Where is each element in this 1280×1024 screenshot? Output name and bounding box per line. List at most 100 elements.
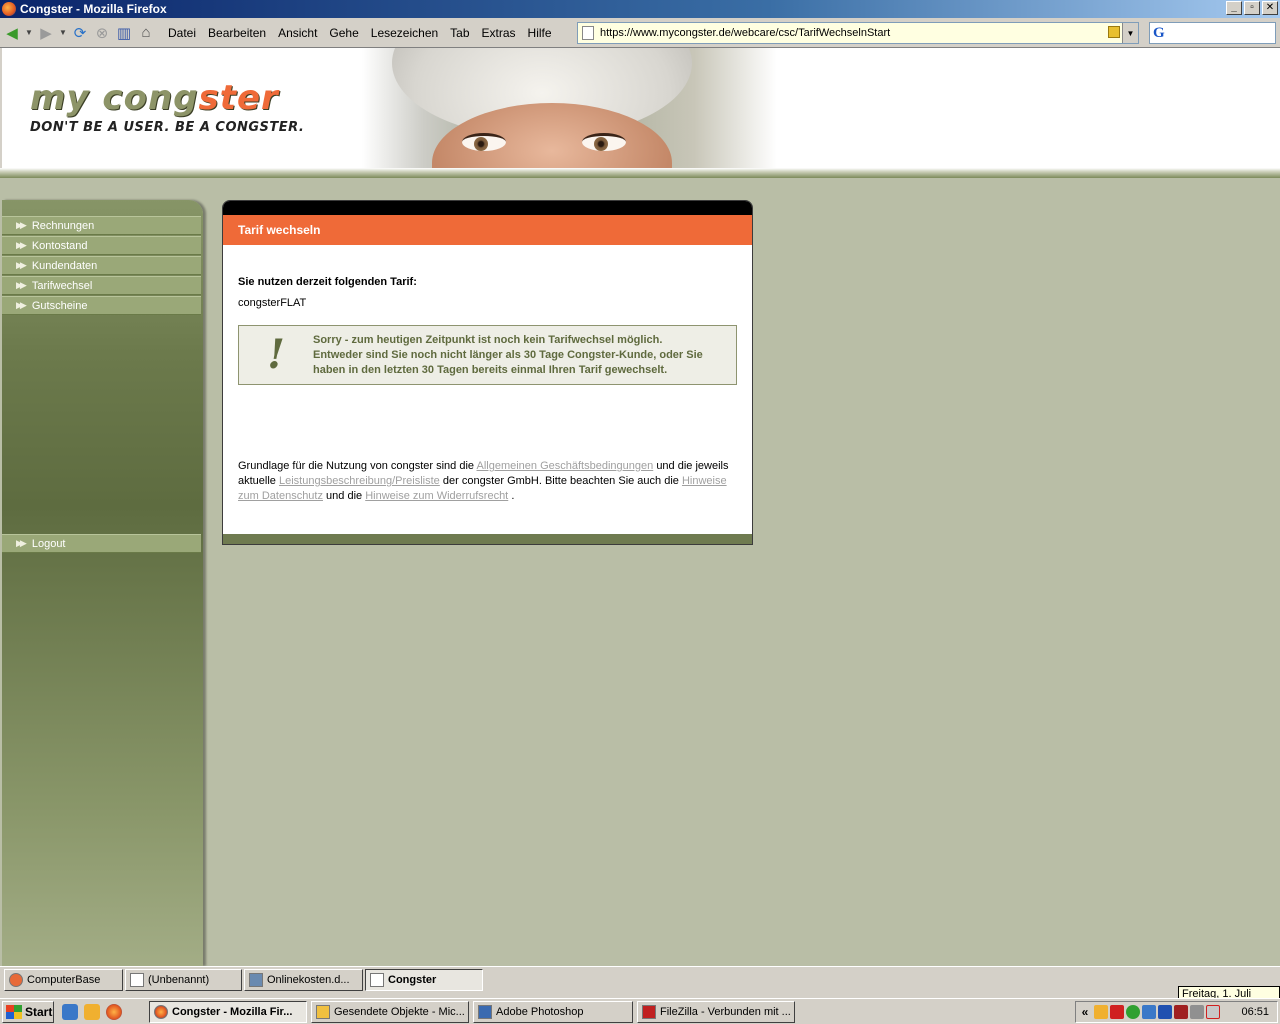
window-title: Congster - Mozilla Firefox: [20, 2, 167, 16]
sidebar-item-rechnungen[interactable]: ▶▶ Rechnungen: [2, 216, 201, 235]
sidebar-item-tarifwechsel[interactable]: ▶▶ Tarifwechsel: [2, 276, 201, 295]
system-tray: « 06:51: [1075, 1001, 1278, 1023]
window-controls: _ ▫ ✕: [1226, 1, 1278, 15]
reload-icon[interactable]: ⟳: [70, 23, 90, 43]
close-button[interactable]: ✕: [1262, 1, 1278, 15]
current-tariff-label: Sie nutzen derzeit folgenden Tarif:: [238, 276, 417, 288]
tab-computerbase[interactable]: ComputerBase: [4, 969, 123, 991]
back-history-dropdown-icon[interactable]: ▼: [24, 23, 34, 43]
sidebar-item-label: Kontostand: [31, 239, 88, 252]
tray-mail-icon[interactable]: [1206, 1005, 1220, 1019]
ie-quicklaunch-icon[interactable]: [62, 1004, 78, 1020]
computerbase-icon: [9, 973, 23, 987]
clock-quicklaunch-icon[interactable]: [84, 1004, 100, 1020]
tray-check-icon[interactable]: [1126, 1005, 1140, 1019]
url-dropdown-icon[interactable]: ▼: [1122, 23, 1138, 43]
sidebar-item-gutscheine[interactable]: ▶▶ Gutscheine: [2, 296, 201, 315]
page-content: my congster DON'T BE A USER. BE A CONGST…: [0, 48, 1280, 966]
menu-bar: Datei Bearbeiten Ansicht Gehe Lesezeiche…: [162, 23, 558, 43]
current-tariff-value: congsterFLAT: [238, 297, 307, 309]
tray-clock-icon[interactable]: [1094, 1005, 1108, 1019]
panel-title: Tarif wechseln: [223, 215, 752, 245]
menu-lesezeichen[interactable]: Lesezeichen: [365, 23, 444, 43]
site-header: my congster DON'T BE A USER. BE A CONGST…: [0, 48, 1280, 168]
double-arrow-icon: ▶▶: [16, 538, 27, 548]
firefox-icon: [154, 1005, 168, 1019]
logo-text: my congster: [30, 78, 279, 118]
menu-tab[interactable]: Tab: [444, 23, 475, 43]
menu-ansicht[interactable]: Ansicht: [272, 23, 323, 43]
search-box[interactable]: G: [1149, 22, 1276, 44]
notice-box: ! Sorry - zum heutigen Zeitpunkt ist noc…: [238, 325, 737, 385]
menu-datei[interactable]: Datei: [162, 23, 202, 43]
stop-icon[interactable]: ⊗: [92, 23, 112, 43]
widerrufsrecht-link[interactable]: Hinweise zum Widerrufsrecht: [365, 490, 508, 502]
address-url[interactable]: https://www.mycongster.de/webcare/csc/Ta…: [600, 27, 890, 39]
taskbar-button-photoshop[interactable]: Adobe Photoshop: [473, 1001, 633, 1023]
filezilla-icon: [642, 1005, 656, 1019]
taskbar: Start Congster - Mozilla Fir... Gesendet…: [0, 998, 1280, 1024]
start-button[interactable]: Start: [2, 1001, 54, 1023]
tab-onlinekosten[interactable]: Onlinekosten.d...: [244, 969, 363, 991]
hero-eye-right: [582, 133, 626, 151]
hero-image: [362, 48, 777, 168]
tray-device-icon[interactable]: [1190, 1005, 1204, 1019]
tab-unbenannt[interactable]: (Unbenannt): [125, 969, 242, 991]
taskbar-button-firefox[interactable]: Congster - Mozilla Fir...: [149, 1001, 307, 1023]
address-bar[interactable]: https://www.mycongster.de/webcare/csc/Ta…: [577, 22, 1139, 44]
taskbar-button-filezilla[interactable]: FileZilla - Verbunden mit ...: [637, 1001, 795, 1023]
leistungsbeschreibung-link[interactable]: Leistungsbeschreibung/Preisliste: [279, 475, 440, 487]
tray-network-icon[interactable]: [1142, 1005, 1156, 1019]
forward-arrow-icon[interactable]: ▶: [36, 23, 56, 43]
bookmarks-icon[interactable]: ▥: [114, 23, 134, 43]
tray-language-icon[interactable]: [1158, 1005, 1172, 1019]
double-arrow-icon: ▶▶: [16, 260, 27, 270]
site-tagline: DON'T BE A USER. BE A CONGSTER.: [30, 120, 305, 135]
firefox-quicklaunch-icon[interactable]: [106, 1004, 122, 1020]
taskbar-button-outlook[interactable]: Gesendete Objekte - Mic...: [311, 1001, 469, 1023]
window-titlebar: Congster - Mozilla Firefox _ ▫ ✕: [0, 0, 1280, 18]
sidebar-item-kontostand[interactable]: ▶▶ Kontostand: [2, 236, 201, 255]
tray-clock[interactable]: 06:51: [1241, 1006, 1269, 1018]
sidebar-item-label: Rechnungen: [31, 219, 95, 232]
tray-phone-icon[interactable]: [1174, 1005, 1188, 1019]
sidebar-item-kundendaten[interactable]: ▶▶ Kundendaten: [2, 256, 201, 275]
sidebar-item-label: Gutscheine: [31, 299, 88, 312]
menu-bearbeiten[interactable]: Bearbeiten: [202, 23, 272, 43]
sidebar-item-label: Kundendaten: [31, 259, 98, 272]
page-icon: [582, 26, 594, 40]
double-arrow-icon: ▶▶: [16, 220, 27, 230]
windows-logo-icon: [6, 1005, 22, 1019]
agb-link[interactable]: Allgemeinen Geschäftsbedingungen: [477, 460, 654, 472]
double-arrow-icon: ▶▶: [16, 300, 27, 310]
double-arrow-icon: ▶▶: [16, 280, 27, 290]
menu-gehe[interactable]: Gehe: [323, 23, 364, 43]
menu-extras[interactable]: Extras: [476, 23, 522, 43]
double-arrow-icon: ▶▶: [16, 240, 27, 250]
site-logo[interactable]: my congster DON'T BE A USER. BE A CONGST…: [30, 78, 304, 135]
window-tab-row: ComputerBase (Unbenannt) Onlinekosten.d.…: [0, 966, 1280, 994]
outlook-icon: [316, 1005, 330, 1019]
header-divider: [0, 168, 1280, 178]
panel-bottom-bar: [223, 534, 752, 544]
sidebar-item-logout[interactable]: ▶▶ Logout: [2, 534, 201, 553]
google-search-icon[interactable]: G: [1153, 25, 1165, 42]
back-arrow-icon[interactable]: ◀: [2, 23, 22, 43]
home-icon[interactable]: ⌂: [136, 23, 156, 43]
legal-notice: Grundlage für die Nutzung von congster s…: [238, 460, 729, 502]
tray-expand-icon[interactable]: «: [1076, 1005, 1094, 1019]
lock-icon[interactable]: [1108, 26, 1120, 38]
maximize-button[interactable]: ▫: [1244, 1, 1260, 15]
tab-congster[interactable]: Congster: [365, 969, 483, 991]
tariff-panel: Tarif wechseln Sie nutzen derzeit folgen…: [222, 200, 753, 545]
document-icon: [130, 973, 144, 987]
minimize-button[interactable]: _: [1226, 1, 1242, 15]
panel-top-bar: [223, 201, 752, 215]
sidebar: ▶▶ Rechnungen ▶▶ Kontostand ▶▶ Kundendat…: [2, 200, 203, 966]
forward-history-dropdown-icon[interactable]: ▼: [58, 23, 68, 43]
browser-toolbar: ◀ ▼ ▶ ▼ ⟳ ⊗ ▥ ⌂ Datei Bearbeiten Ansicht…: [0, 18, 1280, 48]
menu-hilfe[interactable]: Hilfe: [522, 23, 558, 43]
tray-k-icon[interactable]: [1110, 1005, 1124, 1019]
hero-eye-left: [462, 133, 506, 151]
onlinekosten-icon: [249, 973, 263, 987]
